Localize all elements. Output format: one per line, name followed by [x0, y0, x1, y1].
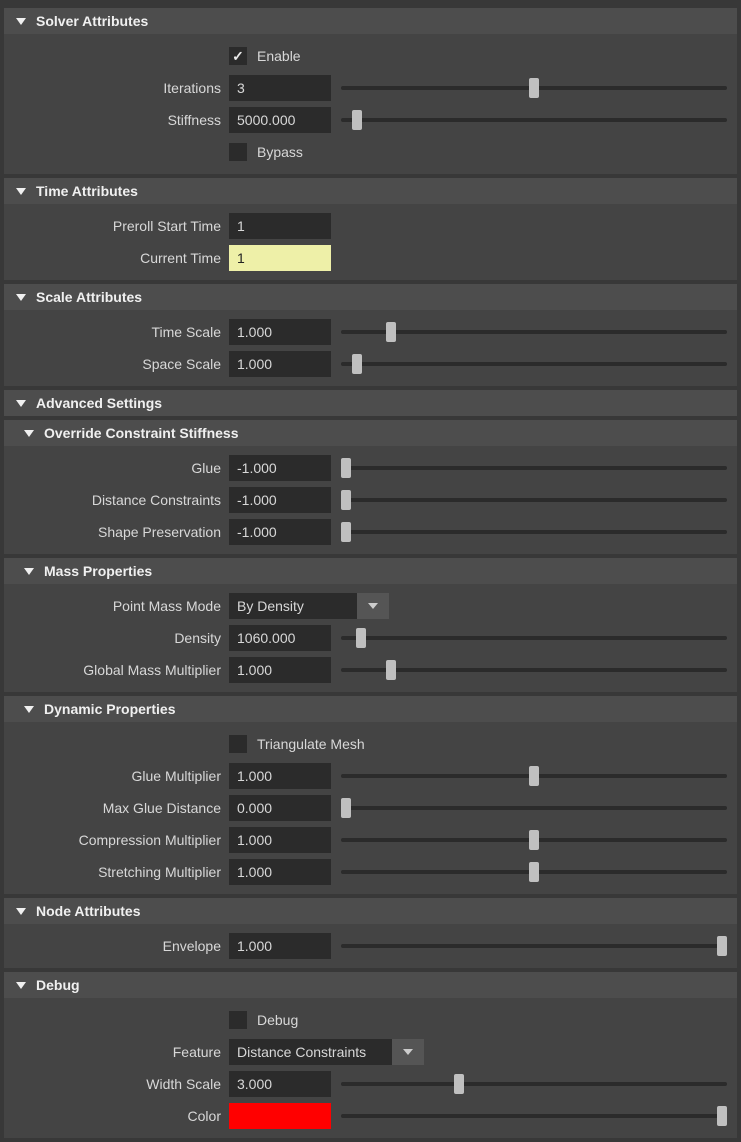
combo-text: Distance Constraints: [229, 1044, 386, 1060]
debug-checkbox[interactable]: [229, 1011, 247, 1029]
triangulate-mesh-checkbox[interactable]: [229, 735, 247, 753]
chevron-down-icon: [16, 294, 26, 301]
chevron-down-icon: [16, 400, 26, 407]
max-glue-distance-label: Max Glue Distance: [4, 800, 229, 816]
bypass-checkbox[interactable]: [229, 143, 247, 161]
preroll-label: Preroll Start Time: [4, 218, 229, 234]
space-scale-label: Space Scale: [4, 356, 229, 372]
max-glue-distance-input[interactable]: [229, 795, 331, 821]
density-input[interactable]: [229, 625, 331, 651]
section-title: Time Attributes: [36, 183, 138, 199]
stretching-multiplier-input[interactable]: [229, 859, 331, 885]
section-header-dynamic[interactable]: Dynamic Properties: [4, 696, 737, 722]
section-header-solver[interactable]: Solver Attributes: [4, 8, 737, 34]
stretching-multiplier-slider[interactable]: [341, 870, 727, 874]
stretching-multiplier-label: Stretching Multiplier: [4, 864, 229, 880]
section-header-node[interactable]: Node Attributes: [4, 898, 737, 924]
section-header-override[interactable]: Override Constraint Stiffness: [4, 420, 737, 446]
iterations-input[interactable]: [229, 75, 331, 101]
dropdown-button[interactable]: [392, 1039, 424, 1065]
glue-multiplier-slider[interactable]: [341, 774, 727, 778]
preroll-input[interactable]: [229, 213, 331, 239]
shape-preservation-slider[interactable]: [341, 530, 727, 534]
color-swatch[interactable]: [229, 1103, 331, 1129]
enable-checkbox[interactable]: [229, 47, 247, 65]
enable-label: Enable: [257, 48, 301, 64]
color-slider[interactable]: [341, 1114, 727, 1118]
glue-multiplier-label: Glue Multiplier: [4, 768, 229, 784]
stiffness-label: Stiffness: [4, 112, 229, 128]
section-title: Advanced Settings: [36, 395, 162, 411]
chevron-down-icon: [24, 568, 34, 575]
bypass-label: Bypass: [257, 144, 303, 160]
envelope-input[interactable]: [229, 933, 331, 959]
section-title: Dynamic Properties: [44, 701, 176, 717]
chevron-down-icon: [403, 1049, 413, 1055]
width-scale-label: Width Scale: [4, 1076, 229, 1092]
glue-slider[interactable]: [341, 466, 727, 470]
section-header-mass[interactable]: Mass Properties: [4, 558, 737, 584]
chevron-down-icon: [24, 706, 34, 713]
current-time-input[interactable]: [229, 245, 331, 271]
point-mass-mode-combo[interactable]: By Density: [229, 593, 389, 619]
global-mass-multiplier-label: Global Mass Multiplier: [4, 662, 229, 678]
glue-input[interactable]: [229, 455, 331, 481]
max-glue-distance-slider[interactable]: [341, 806, 727, 810]
chevron-down-icon: [16, 982, 26, 989]
dropdown-button[interactable]: [357, 593, 389, 619]
width-scale-input[interactable]: [229, 1071, 331, 1097]
glue-label: Glue: [4, 460, 229, 476]
chevron-down-icon: [16, 18, 26, 25]
chevron-down-icon: [24, 430, 34, 437]
chevron-down-icon: [16, 188, 26, 195]
glue-multiplier-input[interactable]: [229, 763, 331, 789]
section-header-debug[interactable]: Debug: [4, 972, 737, 998]
compression-multiplier-label: Compression Multiplier: [4, 832, 229, 848]
feature-combo[interactable]: Distance Constraints: [229, 1039, 424, 1065]
envelope-label: Envelope: [4, 938, 229, 954]
feature-label: Feature: [4, 1044, 229, 1060]
combo-text: By Density: [229, 598, 351, 614]
section-title: Mass Properties: [44, 563, 152, 579]
distance-constraints-input[interactable]: [229, 487, 331, 513]
debug-label: Debug: [257, 1012, 298, 1028]
section-title: Override Constraint Stiffness: [44, 425, 239, 441]
section-header-scale[interactable]: Scale Attributes: [4, 284, 737, 310]
shape-preservation-label: Shape Preservation: [4, 524, 229, 540]
stiffness-input[interactable]: [229, 107, 331, 133]
density-slider[interactable]: [341, 636, 727, 640]
time-scale-slider[interactable]: [341, 330, 727, 334]
section-title: Solver Attributes: [36, 13, 148, 29]
section-title: Node Attributes: [36, 903, 140, 919]
triangulate-mesh-label: Triangulate Mesh: [257, 736, 365, 752]
iterations-slider[interactable]: [341, 86, 727, 90]
current-time-label: Current Time: [4, 250, 229, 266]
shape-preservation-input[interactable]: [229, 519, 331, 545]
point-mass-mode-label: Point Mass Mode: [4, 598, 229, 614]
time-scale-label: Time Scale: [4, 324, 229, 340]
global-mass-multiplier-slider[interactable]: [341, 668, 727, 672]
chevron-down-icon: [368, 603, 378, 609]
section-title: Debug: [36, 977, 80, 993]
distance-constraints-slider[interactable]: [341, 498, 727, 502]
section-header-advanced[interactable]: Advanced Settings: [4, 390, 737, 416]
compression-multiplier-input[interactable]: [229, 827, 331, 853]
section-title: Scale Attributes: [36, 289, 142, 305]
space-scale-input[interactable]: [229, 351, 331, 377]
width-scale-slider[interactable]: [341, 1082, 727, 1086]
time-scale-input[interactable]: [229, 319, 331, 345]
space-scale-slider[interactable]: [341, 362, 727, 366]
section-header-time[interactable]: Time Attributes: [4, 178, 737, 204]
density-label: Density: [4, 630, 229, 646]
stiffness-slider[interactable]: [341, 118, 727, 122]
distance-constraints-label: Distance Constraints: [4, 492, 229, 508]
chevron-down-icon: [16, 908, 26, 915]
color-label: Color: [4, 1108, 229, 1124]
compression-multiplier-slider[interactable]: [341, 838, 727, 842]
iterations-label: Iterations: [4, 80, 229, 96]
envelope-slider[interactable]: [341, 944, 727, 948]
global-mass-multiplier-input[interactable]: [229, 657, 331, 683]
